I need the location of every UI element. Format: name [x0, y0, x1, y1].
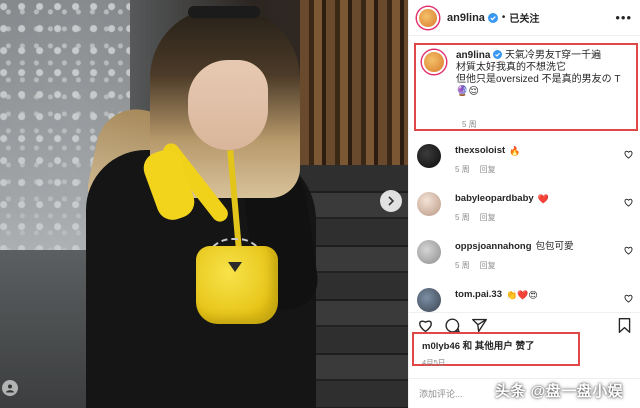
tagged-users-button[interactable] [2, 380, 18, 396]
author-username[interactable]: an9lina [447, 12, 485, 24]
commenter-avatar[interactable] [417, 144, 441, 168]
ellipsis-icon[interactable]: ••• [615, 10, 632, 25]
comment-like-heart-icon[interactable] [624, 246, 633, 255]
comment-like-heart-icon[interactable] [624, 150, 633, 159]
comment-time: 5 周 [455, 261, 470, 270]
commenter-avatar[interactable] [417, 192, 441, 216]
reply-button[interactable]: 回复 [480, 165, 496, 174]
commenter-username[interactable]: babyleopardbaby [455, 192, 534, 206]
comment-item: babyleopardbaby ❤️ 5 周 回复 [417, 192, 635, 223]
caption-line-2: 材質太好我真的不想洗它 [456, 62, 566, 73]
photo-headband [188, 6, 260, 18]
reply-button[interactable]: 回复 [480, 261, 496, 270]
photo-yellow-bag [196, 246, 278, 324]
caption-line-1: 天氣冷男友T穿一千遍 [505, 50, 602, 61]
commenter-avatar[interactable] [417, 288, 441, 312]
photo-face [188, 60, 268, 150]
photo-background-wood [300, 0, 408, 175]
next-image-button[interactable] [380, 190, 402, 212]
verified-badge-icon [493, 50, 503, 59]
commenter-username[interactable]: oppsjoannahong [455, 240, 532, 254]
liker-username[interactable]: m0lyb46 [422, 341, 460, 352]
caption-text: an9lina 天氣冷男友T穿一千遍 材質太好我真的不想洗它 但他只是overs… [456, 50, 620, 98]
commenter-avatar[interactable] [417, 240, 441, 264]
likes-suffix[interactable]: 和 其他用户 赞了 [463, 341, 535, 352]
person-icon [6, 384, 14, 393]
caption-author-avatar[interactable] [422, 50, 446, 74]
post-photo [0, 0, 408, 408]
header-separator: • [501, 12, 506, 23]
comment-text: 🔥 [509, 146, 521, 156]
caption-timestamp: 5 周 [462, 120, 477, 129]
comment-like-heart-icon[interactable] [624, 198, 633, 207]
comment-text: 包包可愛 [535, 241, 574, 252]
caption-emoji: 🔮😌 [456, 86, 479, 97]
comment-item: thexsoloist 🔥 5 周 回复 [417, 144, 635, 175]
likes-summary: m0lyb46 和 其他用户 赞了 [414, 334, 578, 352]
follow-status-button[interactable]: 已关注 [509, 10, 539, 25]
comment-time: 5 周 [455, 213, 470, 222]
commenter-username[interactable]: thexsoloist [455, 144, 505, 158]
post-date: 4月5日 [422, 358, 446, 367]
comment-time: 5 周 [455, 165, 470, 174]
reply-button[interactable]: 回复 [480, 213, 496, 222]
post-sidebar: an9lina • 已关注 ••• an9lina 天氣冷男友T穿一千遍 材質太… [408, 0, 640, 408]
comment-item: tom.pai.33 👏❤️😍 [417, 288, 635, 312]
likes-highlight: m0lyb46 和 其他用户 赞了 4月5日 [412, 332, 580, 367]
verified-badge-icon [487, 12, 498, 23]
commenter-username[interactable]: tom.pai.33 [455, 288, 502, 302]
chevron-right-icon [388, 196, 395, 206]
post-caption: an9lina 天氣冷男友T穿一千遍 材質太好我真的不想洗它 但他只是overs… [416, 45, 636, 98]
comment-text: 👏❤️😍 [506, 290, 538, 300]
caption-username[interactable]: an9lina [456, 50, 490, 61]
comment-like-heart-icon[interactable] [624, 294, 633, 303]
caption-highlight: an9lina 天氣冷男友T穿一千遍 材質太好我真的不想洗它 但他只是overs… [414, 43, 638, 131]
watermark-text: 头条 @盘一盘小娱 [495, 383, 624, 400]
caption-line-3: 但他只是oversized 不是真的男友の T [456, 74, 621, 85]
comment-item: oppsjoannahong 包包可愛 5 周 回复 [417, 240, 635, 271]
author-avatar[interactable] [417, 6, 439, 29]
bookmark-icon[interactable] [616, 317, 633, 334]
post-header: an9lina • 已关注 ••• [409, 0, 640, 36]
comment-text: ❤️ [537, 194, 549, 204]
